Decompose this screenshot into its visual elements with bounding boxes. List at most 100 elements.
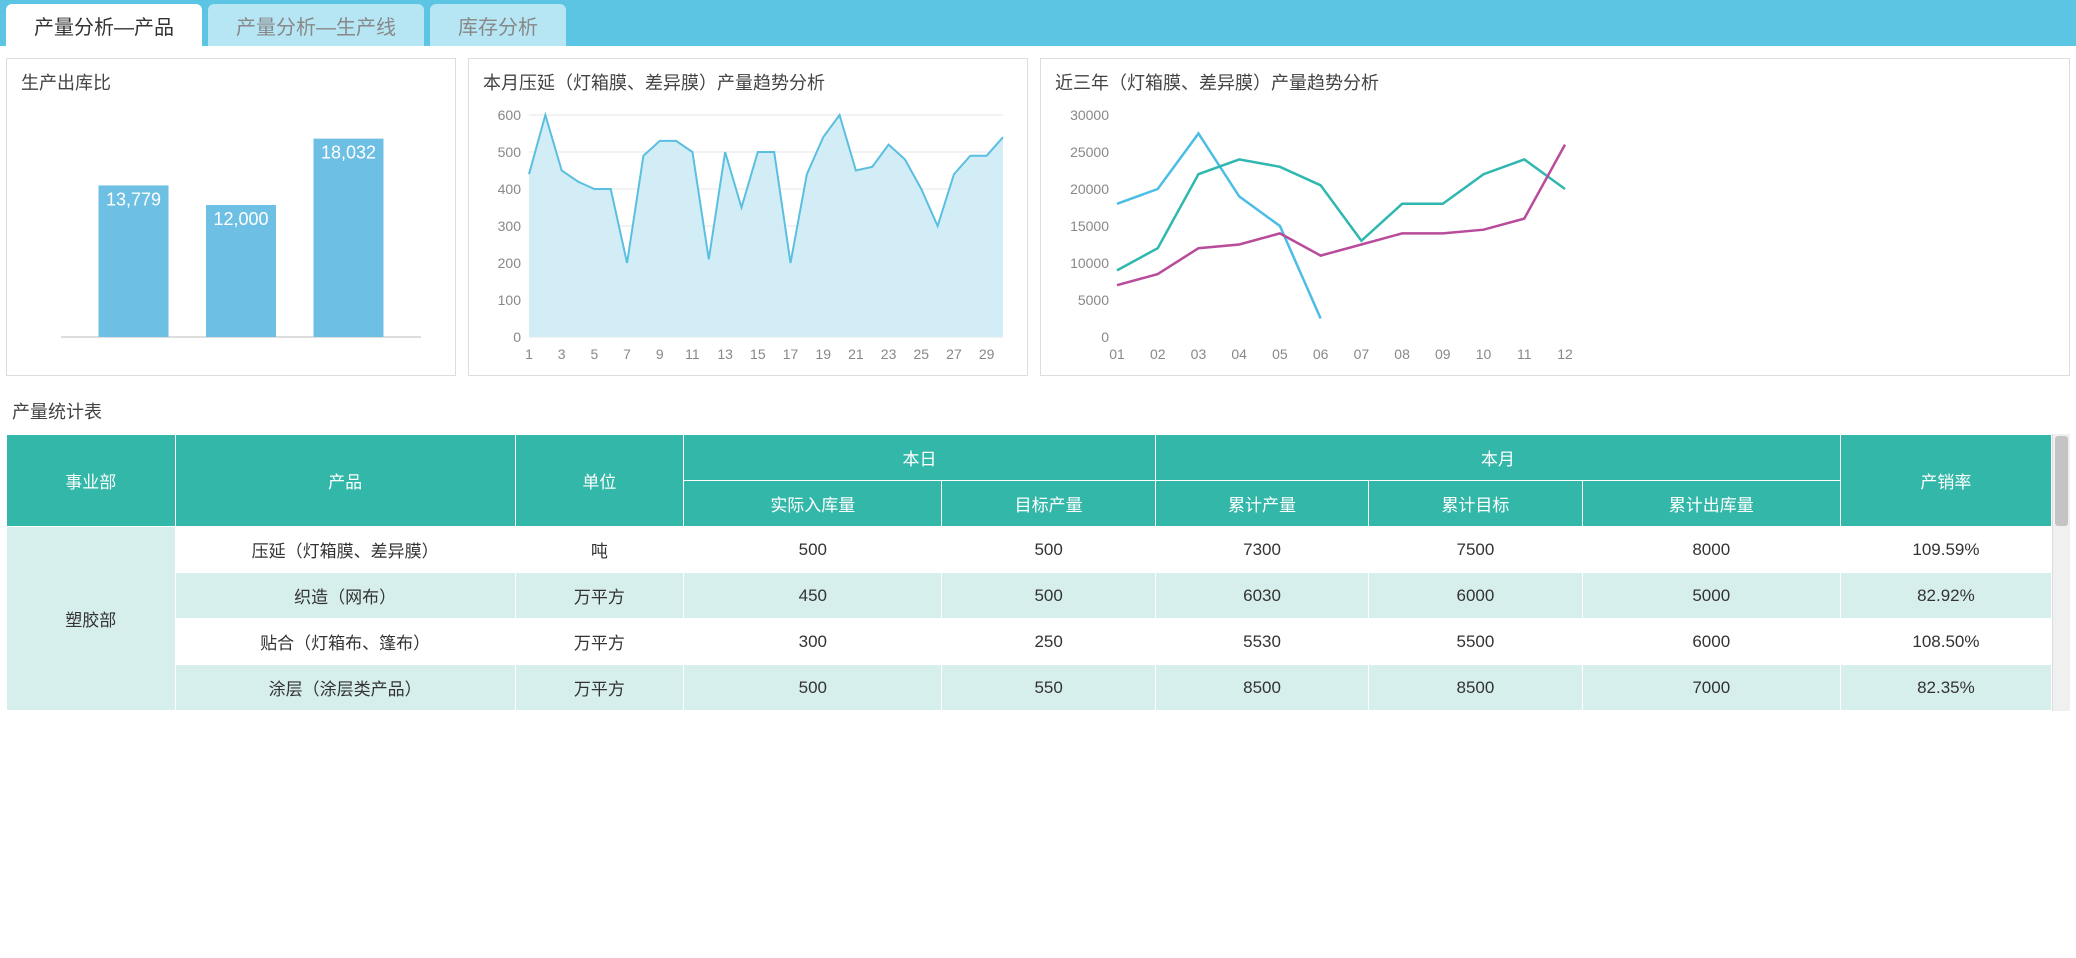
svg-text:20000: 20000 (1070, 181, 1109, 197)
table-body: 塑胶部压延（灯箱膜、差异膜）吨500500730075008000109.59%… (7, 527, 2052, 711)
th-actual-in: 实际入库量 (684, 481, 942, 527)
cell-division: 塑胶部 (7, 527, 176, 711)
svg-text:04: 04 (1231, 346, 1247, 362)
svg-text:23: 23 (881, 346, 897, 362)
cell-rate: 108.50% (1840, 619, 2051, 665)
svg-text:17: 17 (783, 346, 799, 362)
cell-c1: 300 (684, 619, 942, 665)
bar-chart: 13,779 12,000 18,032 (21, 107, 441, 367)
cell-unit: 吨 (515, 527, 684, 573)
th-today: 本日 (684, 435, 1156, 481)
cell-c2: 500 (942, 527, 1155, 573)
svg-text:5000: 5000 (1078, 292, 1109, 308)
svg-text:11: 11 (685, 346, 700, 362)
table-row: 塑胶部压延（灯箱膜、差异膜）吨500500730075008000109.59% (7, 527, 2052, 573)
svg-text:1: 1 (525, 346, 533, 362)
scrollbar-thumb[interactable] (2055, 436, 2068, 526)
svg-text:15: 15 (750, 346, 766, 362)
svg-text:3: 3 (558, 346, 566, 362)
area-chart: 0100200300400500600135791113151719212325… (483, 107, 1013, 367)
svg-text:13: 13 (717, 346, 733, 362)
svg-text:05: 05 (1272, 346, 1288, 362)
cell-c1: 450 (684, 573, 942, 619)
svg-text:10: 10 (1476, 346, 1492, 362)
svg-text:600: 600 (498, 107, 522, 123)
cell-c2: 550 (942, 665, 1155, 711)
svg-text:12,000: 12,000 (213, 209, 268, 229)
svg-text:200: 200 (498, 255, 522, 271)
svg-text:25000: 25000 (1070, 144, 1109, 160)
tab-line[interactable]: 产量分析—生产线 (208, 4, 424, 46)
cell-c4: 8500 (1369, 665, 1582, 711)
cell-c4: 5500 (1369, 619, 1582, 665)
tab-product[interactable]: 产量分析—产品 (6, 4, 202, 46)
cell-c3: 7300 (1155, 527, 1368, 573)
svg-text:0: 0 (513, 329, 521, 345)
svg-text:21: 21 (848, 346, 864, 362)
cell-c2: 250 (942, 619, 1155, 665)
chart-title: 生产出库比 (21, 69, 441, 95)
th-month: 本月 (1155, 435, 1840, 481)
svg-text:30000: 30000 (1070, 107, 1109, 123)
svg-text:7: 7 (623, 346, 631, 362)
charts-row: 生产出库比 13,779 12,000 18,032 本月压延（灯箱膜、差异膜）产量… (0, 46, 2076, 388)
th-product: 产品 (175, 435, 515, 527)
line-chart: 0 5000 10000 15000 20000 25000 30000 01 02 03 04 05… (1055, 107, 1575, 367)
cell-c3: 6030 (1155, 573, 1368, 619)
tab-inventory[interactable]: 库存分析 (430, 4, 566, 46)
cell-unit: 万平方 (515, 619, 684, 665)
chart-title: 近三年（灯箱膜、差异膜）产量趋势分析 (1055, 69, 2055, 95)
cell-rate: 82.92% (1840, 573, 2051, 619)
svg-text:11: 11 (1517, 346, 1532, 362)
chart-card-bar: 生产出库比 13,779 12,000 18,032 (6, 58, 456, 376)
svg-text:18,032: 18,032 (321, 143, 376, 163)
th-cum-target: 累计目标 (1369, 481, 1582, 527)
table-section: 产量统计表 事业部 产品 单位 本日 本月 产销率 实际入库量 目标产量 累计产… (0, 388, 2076, 711)
svg-text:09: 09 (1435, 346, 1451, 362)
svg-text:15000: 15000 (1070, 218, 1109, 234)
cell-c1: 500 (684, 527, 942, 573)
svg-text:300: 300 (498, 218, 522, 234)
vertical-scrollbar[interactable] (2052, 434, 2070, 711)
svg-text:400: 400 (498, 181, 522, 197)
chart-card-area: 本月压延（灯箱膜、差异膜）产量趋势分析 0 100 200 300 400 500 600 1… (468, 58, 1028, 376)
th-cum-prod: 累计产量 (1155, 481, 1368, 527)
cell-unit: 万平方 (515, 573, 684, 619)
svg-text:10000: 10000 (1070, 255, 1109, 271)
cell-product: 贴合（灯箱布、篷布） (175, 619, 515, 665)
svg-text:13,779: 13,779 (106, 189, 161, 209)
tab-bar: 产量分析—产品 产量分析—生产线 库存分析 (0, 0, 2076, 46)
svg-text:01: 01 (1109, 346, 1125, 362)
th-unit: 单位 (515, 435, 684, 527)
svg-text:500: 500 (498, 144, 522, 160)
table-row: 贴合（灯箱布、篷布）万平方300250553055006000108.50% (7, 619, 2052, 665)
chart-title: 本月压延（灯箱膜、差异膜）产量趋势分析 (483, 69, 1013, 95)
chart-card-lines: 近三年（灯箱膜、差异膜）产量趋势分析 0 5000 10000 15000 20000 2… (1040, 58, 2070, 376)
svg-text:5: 5 (590, 346, 598, 362)
svg-text:08: 08 (1394, 346, 1410, 362)
cell-c3: 5530 (1155, 619, 1368, 665)
svg-text:12: 12 (1557, 346, 1573, 362)
th-target: 目标产量 (942, 481, 1155, 527)
th-rate: 产销率 (1840, 435, 2051, 527)
cell-c4: 6000 (1369, 573, 1582, 619)
cell-c5: 6000 (1582, 619, 1840, 665)
table-row: 织造（网布）万平方45050060306000500082.92% (7, 573, 2052, 619)
cell-rate: 82.35% (1840, 665, 2051, 711)
cell-product: 织造（网布） (175, 573, 515, 619)
svg-text:03: 03 (1191, 346, 1207, 362)
cell-product: 压延（灯箱膜、差异膜） (175, 527, 515, 573)
svg-text:100: 100 (498, 292, 522, 308)
svg-text:0: 0 (1101, 329, 1109, 345)
cell-c2: 500 (942, 573, 1155, 619)
svg-text:25: 25 (913, 346, 929, 362)
svg-text:19: 19 (815, 346, 831, 362)
cell-c1: 500 (684, 665, 942, 711)
cell-rate: 109.59% (1840, 527, 2051, 573)
th-division: 事业部 (7, 435, 176, 527)
cell-c3: 8500 (1155, 665, 1368, 711)
svg-text:06: 06 (1313, 346, 1329, 362)
svg-text:02: 02 (1150, 346, 1166, 362)
cell-c5: 5000 (1582, 573, 1840, 619)
cell-product: 涂层（涂层类产品） (175, 665, 515, 711)
